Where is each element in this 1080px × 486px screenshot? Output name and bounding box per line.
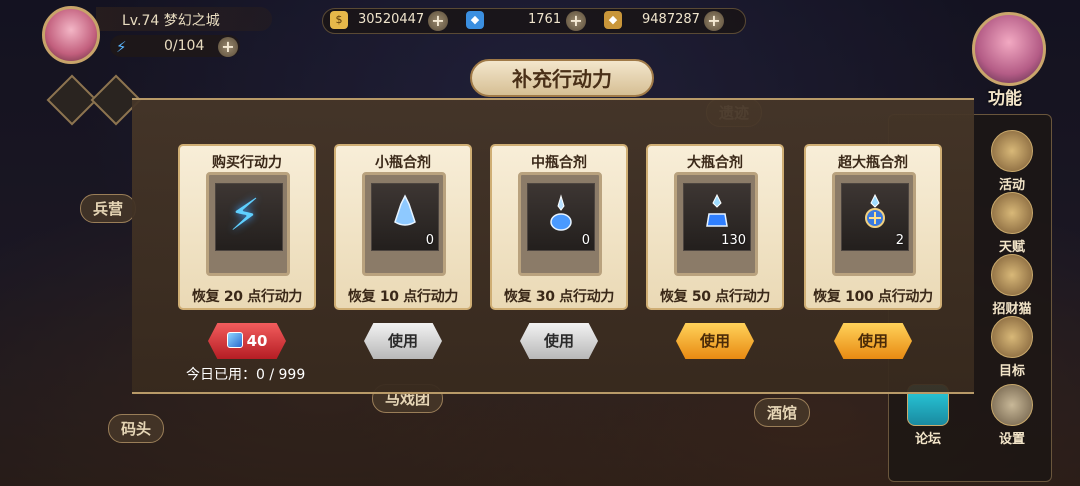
add-crystal-button[interactable]: +: [566, 11, 586, 31]
use-medium-potion-button[interactable]: 使用: [520, 323, 598, 359]
side-item-settings[interactable]: 设置: [984, 384, 1040, 447]
item-quantity: 0: [425, 233, 434, 248]
card-name: 小瓶合剂: [375, 155, 431, 171]
card-effect: 恢复 20 点行动力: [191, 289, 303, 305]
item-slot: 130: [683, 183, 751, 251]
settings-gear-icon: [991, 384, 1033, 426]
talent-icon: [991, 192, 1033, 234]
level-label: Lv.74 梦幻之城: [122, 10, 220, 30]
gold-value: 30520447: [358, 12, 425, 27]
side-item-label: 目标: [998, 364, 1025, 379]
xl-potion-icon: [865, 194, 885, 228]
large-potion-icon: [706, 194, 728, 227]
item-slot: 0: [527, 183, 595, 251]
item-quantity: 130: [721, 233, 746, 248]
dialog-title: 补充行动力: [512, 67, 612, 91]
item-frame: 0: [362, 172, 446, 276]
card-effect: 恢复 50 点行动力: [659, 289, 771, 305]
blue-crystal-icon: ◆: [466, 11, 484, 29]
card-effect: 恢复 100 点行动力: [813, 289, 933, 305]
card-medium-potion: 中瓶合剂 0 恢复 30 点行动力: [490, 144, 628, 310]
map-label-dock[interactable]: 码头: [108, 414, 165, 443]
card-name: 购买行动力: [212, 155, 282, 171]
item-frame: 2: [832, 172, 916, 276]
function-menu-avatar[interactable]: [972, 12, 1046, 86]
side-item-label: 活动: [998, 178, 1025, 193]
gold-coin-icon: $: [330, 11, 348, 29]
item-frame: ⚡: [206, 172, 290, 276]
goal-icon: [991, 316, 1033, 358]
map-label-barracks[interactable]: 兵营: [80, 194, 137, 223]
card-name: 大瓶合剂: [687, 155, 743, 171]
buy-stamina-button[interactable]: 40: [208, 323, 286, 359]
add-gold-button[interactable]: +: [428, 11, 448, 31]
map-label-tavern[interactable]: 酒馆: [754, 398, 811, 427]
lightning-icon: ⚡: [116, 38, 127, 56]
lucky-cat-icon: [991, 254, 1033, 296]
item-frame: 0: [518, 172, 602, 276]
small-potion-icon: [394, 194, 416, 226]
card-name: 中瓶合剂: [531, 155, 587, 171]
gold-ore-icon: ◆: [604, 11, 622, 29]
side-item-lucky-cat[interactable]: 招财猫: [984, 254, 1040, 317]
card-buy-stamina: 购买行动力 ⚡ 恢复 20 点行动力: [178, 144, 316, 310]
side-item-talent[interactable]: 天赋: [984, 192, 1040, 255]
side-item-label: 招财猫: [992, 302, 1032, 317]
use-small-potion-button[interactable]: 使用: [364, 323, 442, 359]
item-slot: 2: [841, 183, 909, 251]
gem-icon: [226, 332, 243, 348]
side-item-label: 论坛: [914, 432, 941, 447]
add-stamina-button[interactable]: +: [218, 37, 238, 57]
level-value: Lv.74: [122, 13, 160, 29]
crystal-value: 1761: [528, 12, 562, 27]
use-large-potion-button[interactable]: 使用: [676, 323, 754, 359]
use-xl-potion-button[interactable]: 使用: [834, 323, 912, 359]
card-small-potion: 小瓶合剂 0 恢复 10 点行动力: [334, 144, 472, 310]
card-effect: 恢复 10 点行动力: [347, 289, 459, 305]
item-slot: ⚡: [215, 183, 283, 251]
ore-value: 9487287: [642, 12, 700, 27]
item-frame: 130: [674, 172, 758, 276]
side-item-label: 天赋: [998, 240, 1025, 255]
function-label[interactable]: 功能: [988, 84, 1022, 109]
side-item-goal[interactable]: 目标: [984, 316, 1040, 379]
card-effect: 恢复 30 点行动力: [503, 289, 615, 305]
buy-price: 40: [246, 332, 268, 350]
card-large-potion: 大瓶合剂 130 恢复 50 点行动力: [646, 144, 784, 310]
medium-potion-icon: [550, 194, 572, 231]
item-quantity: 2: [895, 233, 904, 248]
add-ore-button[interactable]: +: [704, 11, 724, 31]
stamina-value: 0/104: [164, 38, 205, 54]
card-xl-potion: 超大瓶合剂 2 恢复 100 点行动力: [804, 144, 942, 310]
side-item-event[interactable]: 活动: [984, 130, 1040, 193]
side-item-label: 设置: [998, 432, 1025, 447]
card-name: 超大瓶合剂: [838, 155, 908, 171]
city-name: 梦幻之城: [163, 13, 220, 29]
item-slot: 0: [371, 183, 439, 251]
daily-usage-text: 今日已用：0 / 999: [186, 367, 306, 383]
player-avatar[interactable]: [42, 6, 100, 64]
lightning-icon: ⚡: [229, 190, 260, 241]
event-icon: [991, 130, 1033, 172]
item-quantity: 0: [581, 233, 590, 248]
